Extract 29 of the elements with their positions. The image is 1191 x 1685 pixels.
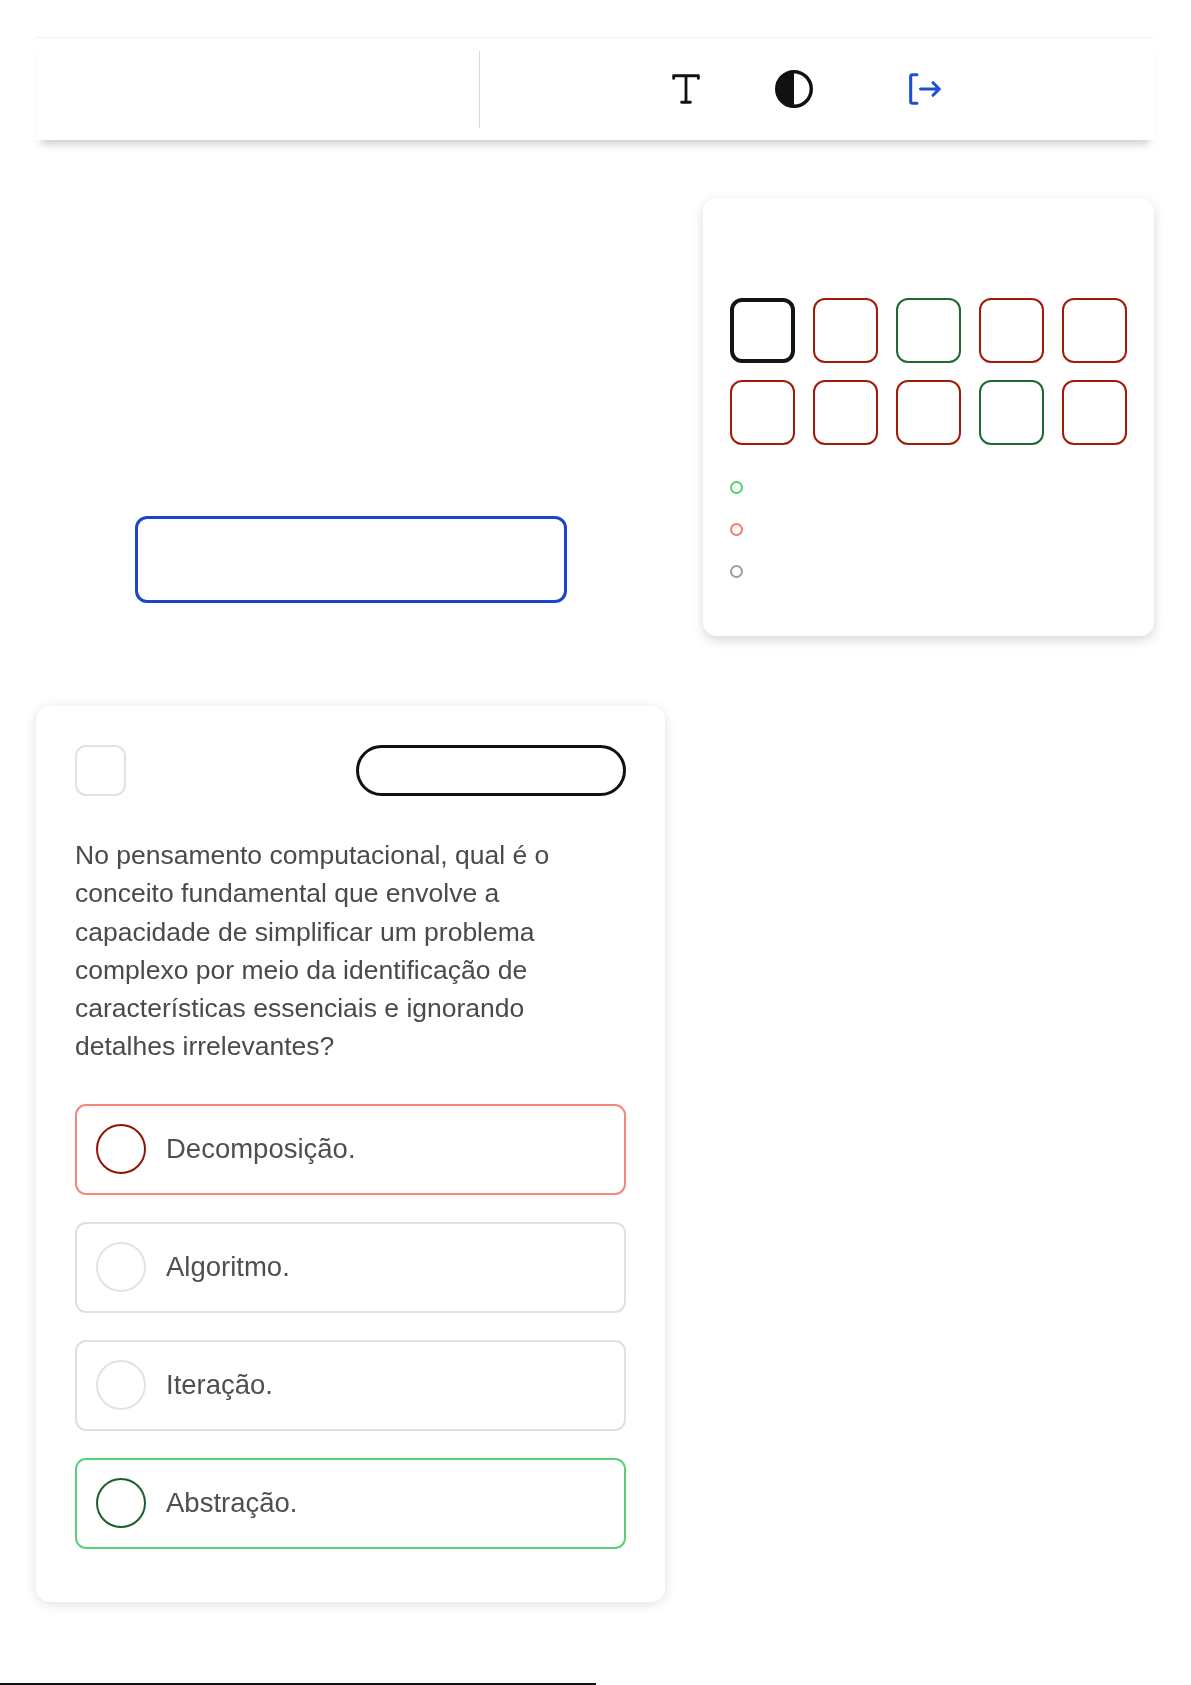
checkbox[interactable] [75, 745, 126, 796]
answer-option[interactable]: Decomposição. [75, 1103, 626, 1195]
input-field[interactable] [134, 516, 567, 603]
question-tile[interactable] [813, 380, 878, 445]
radio-circle [96, 1124, 146, 1175]
option-label: Abstração. [166, 1487, 298, 1520]
question-text: No pensamento computacional, qual é o conceito fundamental que envolve a capacidade de simplificar um problema complexo por meio da identificação de características essenciais e ignorando detalhes irrelevantes? [75, 839, 551, 1064]
letter-t-icon[interactable] [671, 74, 701, 104]
question-tile[interactable] [979, 380, 1044, 445]
radio-circle [96, 1478, 146, 1529]
question-tile[interactable] [896, 298, 961, 363]
answer-option[interactable]: Abstração. [75, 1457, 626, 1549]
contrast-icon[interactable] [775, 70, 813, 108]
question-tile[interactable] [813, 298, 878, 363]
option-label: Algoritmo. [166, 1251, 290, 1284]
question-tile[interactable] [896, 380, 961, 445]
logout-icon[interactable] [908, 72, 942, 106]
answer-option[interactable]: Iteração. [75, 1339, 626, 1431]
radio-circle [96, 1242, 146, 1293]
option-label: Iteração. [166, 1369, 273, 1402]
radio-circle [96, 1360, 146, 1411]
question-tile[interactable] [1062, 298, 1127, 363]
question-tile[interactable] [1062, 380, 1127, 445]
question-tile[interactable] [730, 298, 795, 363]
question-tile[interactable] [730, 380, 795, 445]
answer-option[interactable]: Algoritmo. [75, 1221, 626, 1313]
outlined-button[interactable] [356, 745, 626, 796]
question-tile[interactable] [979, 298, 1044, 363]
option-label: Decomposição. [166, 1133, 356, 1166]
